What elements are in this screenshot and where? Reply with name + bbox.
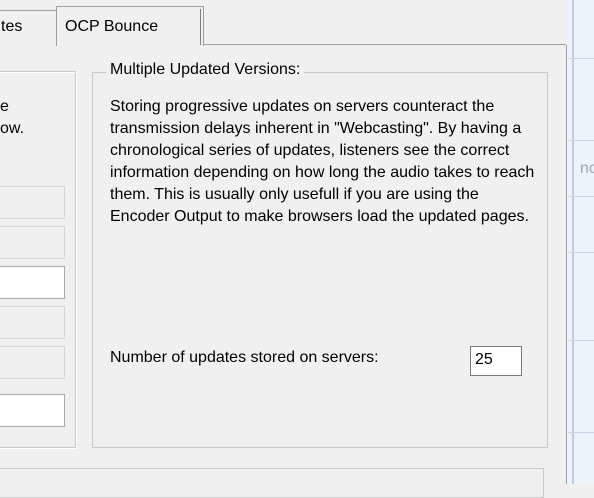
parent-window-ghost-text: nc: [580, 160, 594, 177]
bottom-group-box: [0, 468, 544, 498]
group-title: Multiple Updated Versions:: [106, 61, 305, 79]
description-text: Storing progressive updates on servers c…: [110, 98, 535, 225]
updates-count-input[interactable]: 25: [470, 346, 522, 376]
left-field-3: [0, 306, 65, 339]
parent-window-divider: [568, 340, 594, 341]
left-input-1[interactable]: [0, 266, 65, 299]
left-field-1: [0, 186, 65, 219]
parent-window-divider: [568, 140, 594, 141]
tab-label: tes: [1, 18, 23, 35]
updates-count-label: Number of updates stored on servers:: [110, 349, 379, 366]
left-field-4: [0, 346, 65, 379]
left-input-2[interactable]: [0, 394, 65, 427]
tab-ocp-bounce[interactable]: OCP Bounce: [56, 6, 204, 46]
tab-updates[interactable]: tes: [0, 10, 57, 45]
parent-window-border: [572, 0, 574, 484]
parent-window-divider: [568, 432, 594, 433]
parent-window-divider: [568, 196, 594, 197]
parent-window-divider: [568, 252, 594, 253]
parent-window-divider: [568, 58, 594, 59]
left-partial-text: e ow.: [0, 96, 24, 140]
left-text-line2: ow.: [0, 120, 25, 137]
left-field-2: [0, 226, 65, 259]
left-text-line1: e: [0, 98, 9, 115]
tab-label: OCP Bounce: [65, 18, 159, 35]
